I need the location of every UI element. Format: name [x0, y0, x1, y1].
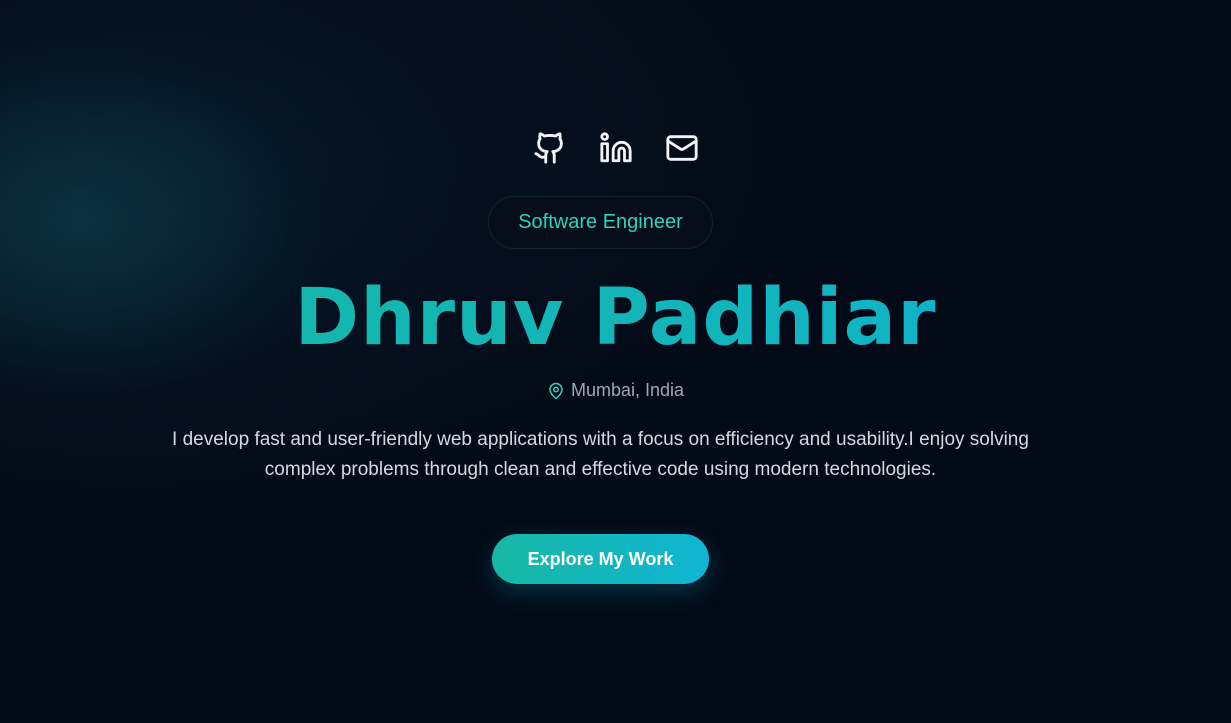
github-icon [533, 132, 563, 164]
map-pin-icon [549, 382, 563, 399]
hero-name: Dhruv Padhiar [0, 268, 1231, 368]
mail-icon [665, 135, 698, 161]
email-link[interactable] [664, 130, 700, 166]
social-links [0, 130, 1231, 166]
location: Mumbai, India [0, 380, 1231, 401]
linkedin-icon [599, 132, 632, 163]
github-link[interactable] [532, 130, 568, 166]
bio-text: I develop fast and user-friendly web app… [172, 429, 1029, 480]
linkedin-link[interactable] [598, 130, 634, 166]
role-badge: Software Engineer [488, 196, 713, 249]
explore-work-button[interactable]: Explore My Work [492, 534, 709, 584]
location-text: Mumbai, India [570, 380, 685, 400]
hero-section: Software Engineer Dhruv Padhiar Mumbai, … [0, 0, 1231, 723]
